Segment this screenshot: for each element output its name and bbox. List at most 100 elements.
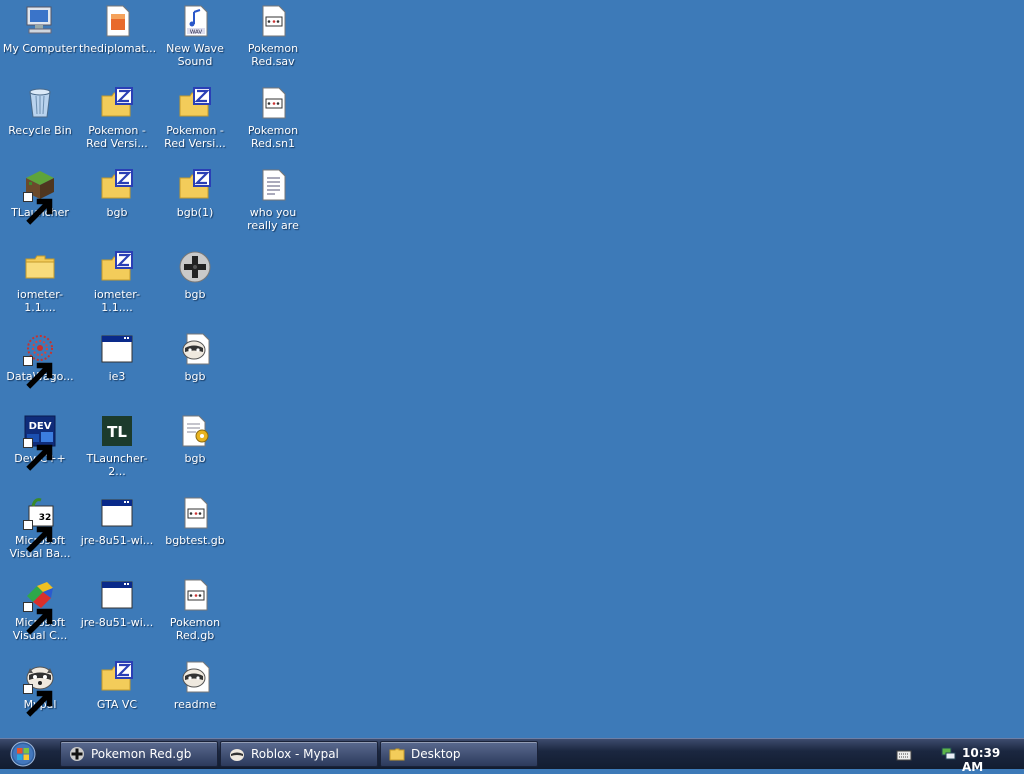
desktop-icon-jre-2[interactable]: jre-8u51-wi...: [78, 576, 156, 629]
desktop[interactable]: My Computer Recycle Bin TLauncher iomete…: [0, 0, 1024, 738]
desktop-icon-thediplomat[interactable]: thediplomat...: [78, 2, 156, 55]
icon-label: Pokemon - Red Versi...: [86, 124, 148, 150]
desktop-icon-who-you-really-are[interactable]: who you really are: [234, 166, 312, 232]
taskbar-button-label: Roblox - Mypal: [251, 747, 339, 761]
rom-file-icon: [256, 86, 290, 120]
start-button[interactable]: [8, 740, 38, 768]
desktop-icon-pokemon-red-sav[interactable]: Pokemon Red.sav: [234, 2, 312, 68]
desktop-icon-mypal[interactable]: Mypal: [1, 658, 79, 717]
desktop-icon-microsoft-visual-c[interactable]: Microsoft Visual C...: [1, 576, 79, 642]
icon-label: jre-8u51-wi...: [80, 616, 154, 629]
desktop-icon-tlauncher-2[interactable]: TL TLauncher-2...: [78, 412, 156, 478]
icon-label: who you really are: [247, 206, 299, 232]
raccoon-file-icon: [178, 332, 212, 366]
shortcut-arrow-icon: [23, 520, 53, 553]
desktop-icon-bgb-zip[interactable]: bgb: [78, 166, 156, 219]
network-icon[interactable]: [940, 745, 956, 761]
icon-label: bgb: [184, 452, 206, 465]
raccoon-file-icon: [178, 660, 212, 694]
taskbar-button-desktop[interactable]: Desktop: [380, 741, 538, 767]
zip-folder-icon: [100, 86, 134, 120]
desktop-icon-bgb-1-zip[interactable]: bgb(1): [156, 166, 234, 219]
taskbar: Pokemon Red.gb Roblox - Mypal Desktop 10…: [0, 738, 1024, 774]
application-window-icon: [100, 496, 134, 530]
taskbar-clock[interactable]: 10:39 AM: [962, 746, 1024, 774]
desktop-icon-tlauncher[interactable]: TLauncher: [1, 166, 79, 225]
icon-label: ie3: [108, 370, 126, 383]
shortcut-arrow-icon: [23, 438, 53, 471]
icon-label: Pokemon Red.sn1: [247, 124, 299, 150]
dev-cpp-icon: DEV: [23, 414, 57, 471]
computer-icon: [23, 4, 57, 38]
zip-folder-icon: [178, 86, 212, 120]
raccoon-icon: [23, 660, 57, 717]
wav-icon-text: WAV: [190, 30, 203, 36]
shortcut-arrow-icon: [23, 356, 53, 389]
icon-label: GTA VC: [96, 698, 138, 711]
tlauncher-icon: TL: [100, 414, 134, 448]
taskbar-button-roblox-mypal[interactable]: Roblox - Mypal: [220, 741, 378, 767]
icon-label: iometer-1.1....: [16, 288, 64, 314]
text-file-icon: [256, 168, 290, 202]
config-file-icon: [178, 414, 212, 448]
raccoon-icon: [229, 746, 245, 762]
dev-icon-text: DEV: [29, 421, 52, 432]
icon-label: bgb: [184, 370, 206, 383]
desktop-icon-microsoft-visual-basic[interactable]: 32 Microsoft Visual Ba...: [1, 494, 79, 560]
desktop-icon-iometer-zip[interactable]: iometer-1.1....: [78, 248, 156, 314]
icon-label: bgb(1): [176, 206, 214, 219]
icon-label: bgb: [106, 206, 128, 219]
desktop-icon-ie3[interactable]: ie3: [78, 330, 156, 383]
rom-file-icon: [256, 4, 290, 38]
desktop-icon-iometer-folder[interactable]: iometer-1.1....: [1, 248, 79, 314]
desktop-icon-bgb-config[interactable]: bgb: [156, 412, 234, 465]
desktop-icon-bgbtest-gb[interactable]: bgbtest.gb: [156, 494, 234, 547]
shortcut-arrow-icon: [23, 684, 53, 717]
windows-logo-icon: [10, 741, 36, 767]
keyboard-icon[interactable]: [896, 747, 912, 761]
desktop-icon-pokemon-red-gb[interactable]: Pokemon Red.gb: [156, 576, 234, 642]
visual-cpp-icon: [23, 578, 57, 635]
visual-basic-icon: 32: [23, 496, 57, 553]
gamepad-icon: [69, 746, 85, 762]
desktop-icon-new-wave-sound[interactable]: WAV New Wave Sound: [156, 2, 234, 68]
shortcut-arrow-icon: [23, 192, 53, 225]
zip-folder-icon: [100, 660, 134, 694]
desktop-icon-my-computer[interactable]: My Computer: [1, 2, 79, 55]
icon-label: Pokemon Red.sav: [247, 42, 299, 68]
zip-folder-icon: [178, 168, 212, 202]
desktop-icon-pokemon-red-sn1[interactable]: Pokemon Red.sn1: [234, 84, 312, 150]
rom-file-icon: [178, 578, 212, 612]
minecraft-block-icon: [23, 168, 57, 225]
desktop-icon-bgb-raccoon[interactable]: bgb: [156, 330, 234, 383]
folder-icon: [389, 746, 405, 762]
desktop-icon-pokemon-red-zip-2[interactable]: Pokemon - Red Versi...: [156, 84, 234, 150]
desktop-icon-recycle-bin[interactable]: Recycle Bin: [1, 84, 79, 137]
icon-label: readme: [173, 698, 217, 711]
desktop-icon-dev-cpp[interactable]: DEV Dev-C++: [1, 412, 79, 471]
taskbar-button-label: Pokemon Red.gb: [91, 747, 192, 761]
desktop-icon-gta-vc[interactable]: GTA VC: [78, 658, 156, 711]
icon-label: iometer-1.1....: [93, 288, 141, 314]
folder-icon: [23, 250, 57, 284]
desktop-icon-pokemon-red-zip-1[interactable]: Pokemon - Red Versi...: [78, 84, 156, 150]
icon-label: My Computer: [2, 42, 78, 55]
application-window-icon: [100, 578, 134, 612]
desktop-icon-jre-1[interactable]: jre-8u51-wi...: [78, 494, 156, 547]
desktop-icon-readme[interactable]: readme: [156, 658, 234, 711]
taskbar-button-pokemon-red[interactable]: Pokemon Red.gb: [60, 741, 218, 767]
html-file-icon: [100, 4, 134, 38]
gamepad-icon: [178, 250, 212, 284]
rom-file-icon: [178, 496, 212, 530]
icon-label: TLauncher-2...: [86, 452, 148, 478]
icon-label: bgb: [184, 288, 206, 301]
icon-label: thediplomat...: [79, 42, 157, 55]
taskbar-button-label: Desktop: [411, 747, 461, 761]
icon-label: Recycle Bin: [8, 124, 72, 137]
icon-label: New Wave Sound: [166, 42, 224, 68]
recycle-bin-icon: [23, 86, 57, 120]
zip-folder-icon: [100, 250, 134, 284]
desktop-icon-datawago[interactable]: DataWago...: [1, 330, 79, 389]
tl-icon-text: TL: [107, 423, 127, 441]
desktop-icon-bgb-app[interactable]: bgb: [156, 248, 234, 301]
